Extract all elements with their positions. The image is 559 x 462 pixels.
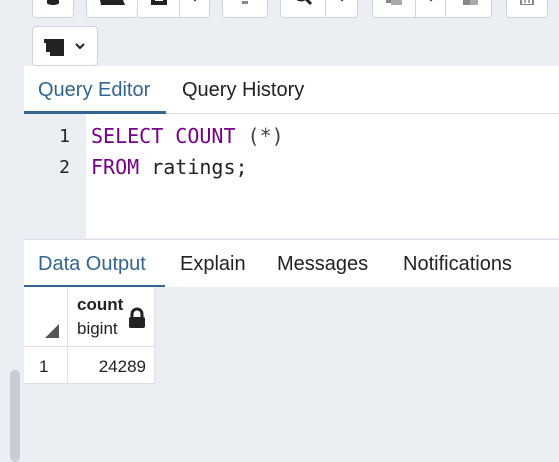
- filter-button[interactable]: [222, 0, 268, 18]
- execute-options-button[interactable]: [32, 26, 98, 66]
- paste-icon: [460, 0, 478, 5]
- search-button[interactable]: [280, 0, 326, 18]
- data-cell[interactable]: 24289: [68, 347, 155, 384]
- database-connect-button[interactable]: [32, 0, 74, 18]
- column-name: count: [77, 295, 124, 314]
- copy-icon: [385, 0, 403, 5]
- lock-icon: [128, 307, 146, 334]
- select-all-icon: [45, 324, 59, 338]
- line-number-gutter: 1 2: [24, 114, 86, 238]
- folder-open-icon: [99, 0, 125, 5]
- search-icon: [292, 0, 314, 6]
- trash-icon: [519, 0, 535, 5]
- toolbar: [24, 0, 559, 66]
- save-icon: [150, 0, 168, 5]
- save-dropdown-button[interactable]: [180, 0, 210, 18]
- database-icon: [45, 0, 61, 5]
- sql-keyword: SELECT: [91, 124, 164, 148]
- code-line: FROM ratings;: [91, 155, 248, 179]
- select-all-corner[interactable]: [24, 287, 68, 347]
- column-type: bigint: [77, 319, 118, 338]
- sql-text: ratings;: [139, 155, 248, 179]
- row-number: 1: [39, 357, 49, 376]
- open-file-button[interactable]: [86, 0, 138, 18]
- chevron-down-icon: [425, 0, 437, 2]
- chevron-down-icon: [189, 0, 201, 2]
- terminal-icon: [44, 36, 68, 56]
- sql-editor[interactable]: 1 2 SELECT COUNT (*) FROM ratings;: [24, 114, 559, 238]
- copy-button[interactable]: [372, 0, 416, 18]
- tab-data-output[interactable]: Data Output: [38, 240, 146, 285]
- column-header-count[interactable]: count bigint: [68, 287, 155, 347]
- code-line: SELECT COUNT (*): [91, 124, 284, 148]
- tab-notifications[interactable]: Notifications: [403, 240, 512, 285]
- save-file-button[interactable]: [138, 0, 180, 18]
- tab-explain[interactable]: Explain: [180, 240, 246, 285]
- result-grid: count bigint 1 24289: [24, 287, 559, 462]
- paste-button[interactable]: [446, 0, 492, 18]
- sql-keyword: FROM: [91, 155, 140, 179]
- output-tabs-bar: Data Output Explain Messages Notificatio…: [24, 239, 559, 288]
- cell-value: 24289: [98, 357, 146, 376]
- tab-messages[interactable]: Messages: [277, 240, 368, 285]
- line-number: 2: [59, 157, 70, 178]
- left-panel-strip: [0, 0, 24, 462]
- tab-query-history[interactable]: Query History: [182, 66, 304, 111]
- sql-keyword: COUNT: [175, 124, 236, 148]
- row-number-cell[interactable]: 1: [24, 347, 68, 384]
- vertical-scrollbar[interactable]: [10, 370, 20, 462]
- line-number: 1: [59, 126, 70, 147]
- sql-text: (*): [235, 124, 284, 148]
- query-tabs-bar: Query Editor Query History: [24, 66, 559, 114]
- copy-dropdown-button[interactable]: [416, 0, 446, 18]
- search-dropdown-button[interactable]: [326, 0, 358, 18]
- delete-button[interactable]: [506, 0, 548, 18]
- chevron-down-icon: [336, 0, 348, 2]
- chevron-down-icon: [74, 42, 86, 50]
- tab-query-editor[interactable]: Query Editor: [38, 66, 150, 111]
- filter-icon: [236, 0, 254, 5]
